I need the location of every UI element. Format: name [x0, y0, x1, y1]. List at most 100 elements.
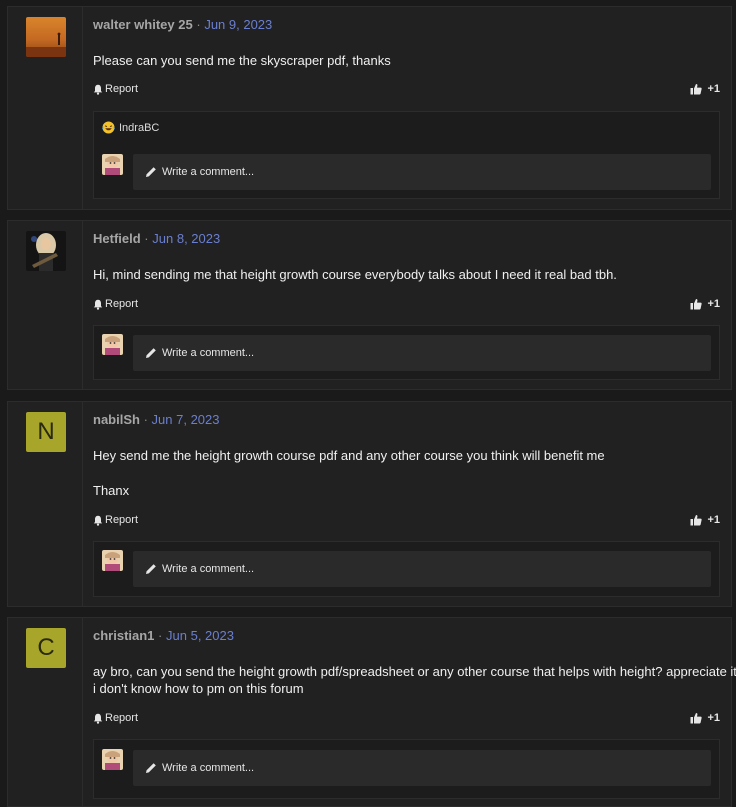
post-body-line: Thanx [93, 483, 130, 498]
thumbs-up-icon [690, 515, 703, 526]
current-user-avatar [102, 334, 123, 355]
username-link[interactable]: walter whitey 25 [93, 17, 193, 32]
post-body: Hi, mind sending me that height growth c… [93, 266, 617, 283]
report-button[interactable]: Report [93, 298, 138, 310]
comment-input[interactable]: Write a comment... [133, 551, 711, 587]
post-date-link[interactable]: Jun 7, 2023 [152, 412, 220, 427]
comments-section: Write a comment... [93, 325, 720, 380]
post-content: walter whitey 25 · Jun 9, 2023 Please ca… [93, 7, 720, 209]
avatar[interactable]: C [26, 628, 66, 668]
post-meta: nabilSh · Jun 7, 2023 [93, 412, 220, 427]
avatar-letter: C [37, 634, 55, 661]
cartoon-avatar-icon [102, 550, 123, 571]
post: Hetfield · Jun 8, 2023 Hi, mind sending … [7, 220, 732, 390]
avatar[interactable]: N [26, 412, 66, 452]
meta-separator: · [144, 231, 149, 246]
report-label: Report [105, 712, 139, 724]
post-body-line: Hi, mind sending me that height growth c… [93, 267, 617, 282]
like-button[interactable]: +1 [690, 83, 720, 95]
comment-placeholder: Write a comment... [162, 347, 255, 359]
pencil-icon [146, 167, 156, 177]
meta-separator: · [143, 412, 148, 427]
username-link[interactable]: christian1 [93, 628, 154, 643]
desert-figure-avatar-icon [26, 17, 66, 57]
username-link[interactable]: nabilSh [93, 412, 140, 427]
pencil-icon [146, 763, 156, 773]
username-link[interactable]: Hetfield [93, 231, 141, 246]
report-label: Report [105, 83, 139, 95]
reaction-user-link[interactable]: IndraBC [119, 122, 159, 134]
post-actions: Report +1 [93, 298, 720, 314]
meta-separator: · [196, 17, 201, 32]
thumbs-up-icon [690, 299, 703, 310]
report-button[interactable]: Report [93, 83, 138, 95]
current-user-avatar [102, 154, 123, 175]
bell-icon [93, 84, 103, 95]
post-sidebar [8, 7, 83, 209]
post-body-line: Hey send me the height growth course pdf… [93, 448, 605, 463]
comments-section: IndraBC Write a comment... [93, 111, 720, 199]
post-date-link[interactable]: Jun 8, 2023 [152, 231, 220, 246]
like-count: +1 [707, 298, 720, 310]
comment-input[interactable]: Write a comment... [133, 750, 711, 786]
post-meta: Hetfield · Jun 8, 2023 [93, 231, 220, 246]
post-actions: Report +1 [93, 83, 720, 99]
like-button[interactable]: +1 [690, 712, 720, 724]
current-user-avatar [102, 749, 123, 770]
post-date-link[interactable]: Jun 5, 2023 [166, 628, 234, 643]
thumbs-up-icon [690, 84, 703, 95]
report-button[interactable]: Report [93, 514, 138, 526]
post-meta: walter whitey 25 · Jun 9, 2023 [93, 17, 272, 32]
avatar[interactable] [26, 231, 66, 271]
like-count: +1 [707, 514, 720, 526]
post-content: christian1 · Jun 5, 2023 ay bro, can you… [93, 618, 736, 806]
comment-placeholder: Write a comment... [162, 563, 255, 575]
cartoon-avatar-icon [102, 334, 123, 355]
like-count: +1 [707, 712, 720, 724]
post-body-line [93, 464, 605, 482]
pencil-icon [146, 564, 156, 574]
post-meta: christian1 · Jun 5, 2023 [93, 628, 234, 643]
bell-icon [93, 515, 103, 526]
avatar-letter: N [37, 418, 55, 445]
like-count: +1 [707, 83, 720, 95]
reactions-summary[interactable]: IndraBC [102, 121, 159, 134]
post-actions: Report +1 [93, 712, 720, 728]
post-body: Hey send me the height growth course pdf… [93, 447, 605, 499]
post-sidebar: C [8, 618, 83, 806]
post-content: nabilSh · Jun 7, 2023 Hey send me the he… [93, 402, 720, 606]
laughing-emoji-icon [102, 121, 115, 134]
post-body-line: ay bro, can you send the height growth p… [93, 664, 736, 679]
post: C christian1 · Jun 5, 2023 ay bro, can y… [7, 617, 736, 807]
avatar[interactable] [26, 17, 66, 57]
post-actions: Report +1 [93, 514, 720, 530]
post-sidebar: N [8, 402, 83, 606]
post-feed: walter whitey 25 · Jun 9, 2023 Please ca… [0, 0, 736, 807]
like-button[interactable]: +1 [690, 298, 720, 310]
post-sidebar [8, 221, 83, 389]
post: N nabilSh · Jun 7, 2023 Hey send me the … [7, 401, 732, 607]
comments-section: Write a comment... [93, 739, 720, 799]
post-content: Hetfield · Jun 8, 2023 Hi, mind sending … [93, 221, 720, 389]
comment-input[interactable]: Write a comment... [133, 335, 711, 371]
report-label: Report [105, 514, 139, 526]
cartoon-avatar-icon [102, 749, 123, 770]
guitarist-avatar-icon [26, 231, 66, 271]
report-button[interactable]: Report [93, 712, 138, 724]
current-user-avatar [102, 550, 123, 571]
like-button[interactable]: +1 [690, 514, 720, 526]
comment-placeholder: Write a comment... [162, 762, 255, 774]
post-date-link[interactable]: Jun 9, 2023 [204, 17, 272, 32]
comments-section: Write a comment... [93, 541, 720, 597]
cartoon-avatar-icon [102, 154, 123, 175]
thumbs-up-icon [690, 713, 703, 724]
post-body-line: i don't know how to pm on this forum [93, 681, 304, 696]
post-body-line: Please can you send me the skyscraper pd… [93, 53, 391, 68]
bell-icon [93, 299, 103, 310]
comment-input[interactable]: Write a comment... [133, 154, 711, 190]
report-label: Report [105, 298, 139, 310]
post-body: ay bro, can you send the height growth p… [93, 663, 736, 697]
bell-icon [93, 713, 103, 724]
comment-placeholder: Write a comment... [162, 166, 255, 178]
post-body: Please can you send me the skyscraper pd… [93, 52, 391, 69]
